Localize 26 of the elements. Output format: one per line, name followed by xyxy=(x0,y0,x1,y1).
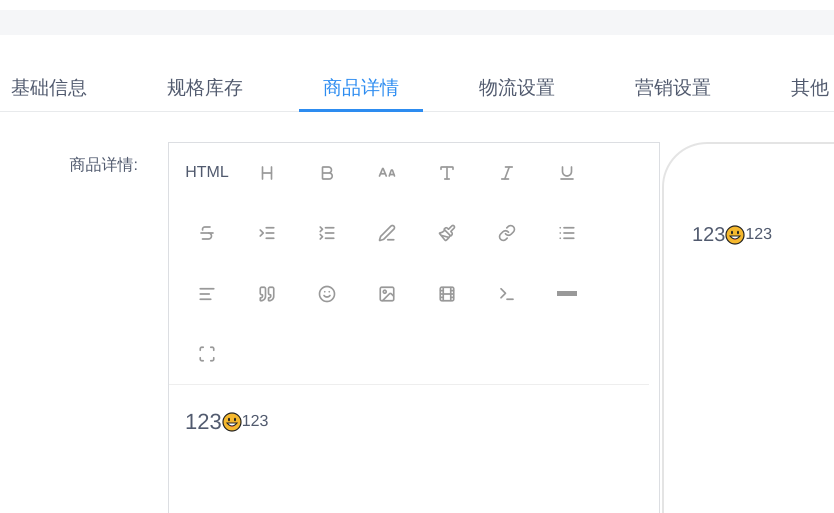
brush-icon xyxy=(438,224,456,242)
tab[interactable]: 营销设置 xyxy=(611,70,735,112)
pen-icon xyxy=(378,224,396,242)
tab[interactable]: 其他 xyxy=(767,70,834,112)
italic-icon xyxy=(498,164,516,182)
preview-text: 123 xyxy=(692,223,726,248)
strikethrough-icon xyxy=(198,224,216,242)
underline-icon xyxy=(558,164,576,182)
font-icon xyxy=(438,164,456,182)
field-label: 商品详情: xyxy=(70,157,138,174)
preview-text: 123 xyxy=(745,225,772,245)
tab[interactable]: 规格库存 xyxy=(143,70,267,112)
editor-text: 123 xyxy=(242,412,268,432)
tab[interactable]: 基础信息 xyxy=(0,70,111,112)
editor-content[interactable]: 123 123 xyxy=(169,385,659,438)
fullscreen-icon xyxy=(198,344,216,363)
emoji-icon xyxy=(318,284,336,302)
smiley-emoji-icon xyxy=(725,225,746,245)
editor-text: 123 xyxy=(185,408,222,436)
link-icon xyxy=(498,224,516,242)
quote-icon xyxy=(258,284,276,302)
tab[interactable]: 物流设置 xyxy=(455,70,579,112)
video-icon xyxy=(438,284,456,302)
image-icon xyxy=(378,284,396,302)
html-button[interactable]: HTML xyxy=(177,143,237,203)
smiley-emoji-icon xyxy=(222,412,242,432)
